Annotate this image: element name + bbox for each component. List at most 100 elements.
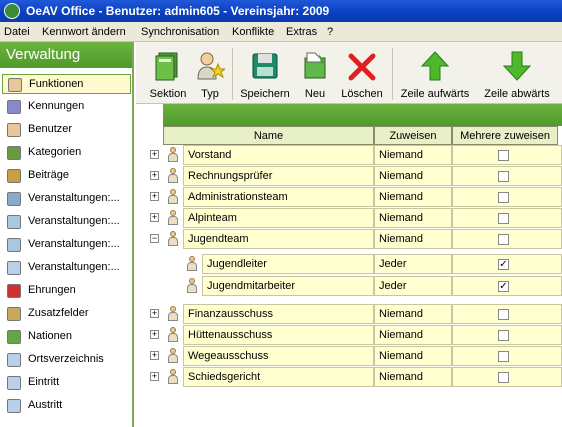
money-icon — [7, 169, 21, 183]
cell-name: Alpinteam — [183, 208, 374, 228]
document-icon — [7, 376, 21, 390]
speichern-button[interactable]: Speichern — [238, 46, 292, 102]
cell-zuweisen[interactable]: Niemand — [374, 208, 452, 228]
expand-icon[interactable]: + — [150, 330, 159, 339]
checkbox-unchecked[interactable] — [498, 150, 509, 161]
sidebar-item[interactable]: Nationen — [2, 327, 131, 347]
checkbox-unchecked[interactable] — [498, 213, 509, 224]
sidebar-item[interactable]: Eintritt — [2, 373, 131, 393]
sidebar-item-label: Beiträge — [28, 169, 69, 181]
cell-zuweisen[interactable]: Jeder — [374, 254, 452, 274]
grid-group-bar — [163, 104, 562, 126]
sektion-button[interactable]: Sektion — [146, 46, 190, 102]
sidebar-item-label: Kennungen — [28, 100, 85, 112]
checkbox-unchecked[interactable] — [498, 192, 509, 203]
neu-button[interactable]: Neu — [296, 46, 334, 102]
column-header-mehrere-zuweisen[interactable]: Mehrere zuweisen — [452, 126, 558, 145]
cell-zuweisen[interactable]: Niemand — [374, 145, 452, 165]
cell-zuweisen[interactable]: Jeder — [374, 276, 452, 296]
delete-x-icon — [348, 53, 376, 81]
cell-name: Hüttenausschuss — [183, 325, 374, 345]
checkbox-unchecked[interactable] — [498, 309, 509, 320]
menu-datei[interactable]: Datei — [4, 26, 30, 38]
menu-bar: Datei Kennwort ändern Synchronisation Ko… — [0, 22, 562, 42]
cell-zuweisen[interactable]: Niemand — [374, 304, 452, 324]
menu-extras[interactable]: Extras — [286, 26, 317, 38]
sidebar-item[interactable]: Zusatzfelder — [2, 304, 131, 324]
table-row[interactable]: Wegeausschuss Niemand — [183, 346, 562, 366]
table-row[interactable]: Administrationsteam Niemand — [183, 187, 562, 207]
table-row[interactable]: Rechnungsprüfer Niemand — [183, 166, 562, 186]
user-icon — [167, 168, 179, 184]
typ-button[interactable]: Typ — [192, 46, 228, 102]
menu-kennwort-aendern[interactable]: Kennwort ändern — [42, 26, 126, 38]
cell-zuweisen[interactable]: Niemand — [374, 346, 452, 366]
user-icon — [167, 210, 179, 226]
checkbox-unchecked[interactable] — [498, 171, 509, 182]
sidebar-item[interactable]: Beiträge — [2, 166, 131, 186]
sidebar-item[interactable]: Ehrungen — [2, 281, 131, 301]
table-row[interactable]: Jugendteam Niemand — [183, 229, 562, 249]
checkbox-checked[interactable]: ✓ — [498, 259, 509, 270]
cell-mehrere-zuweisen — [452, 229, 562, 249]
table-row[interactable]: Hüttenausschuss Niemand — [183, 325, 562, 345]
expand-icon[interactable]: + — [150, 150, 159, 159]
cell-name: Rechnungsprüfer — [183, 166, 374, 186]
sidebar-item-label: Ortsverzeichnis — [28, 353, 104, 365]
menu-help[interactable]: ? — [327, 26, 333, 38]
user-icon — [167, 147, 179, 163]
expand-icon[interactable]: + — [150, 351, 159, 360]
table-row[interactable]: Finanzausschuss Niemand — [183, 304, 562, 324]
sidebar-item[interactable]: Benutzer — [2, 120, 131, 140]
sidebar-item-label: Funktionen — [29, 78, 84, 90]
zeile-abwaerts-button[interactable]: Zeile abwärts — [480, 46, 554, 102]
cell-zuweisen[interactable]: Niemand — [374, 367, 452, 387]
sidebar-item[interactable]: Veranstaltungen:... — [2, 189, 131, 209]
cell-name: Jugendteam — [183, 229, 374, 249]
cell-zuweisen[interactable]: Niemand — [374, 187, 452, 207]
expand-icon[interactable]: + — [150, 213, 159, 222]
expand-icon[interactable]: + — [150, 171, 159, 180]
checkbox-unchecked[interactable] — [498, 351, 509, 362]
table-row[interactable]: Vorstand Niemand — [183, 145, 562, 165]
loeschen-button[interactable]: Löschen — [338, 46, 386, 102]
sidebar-item[interactable]: Kategorien — [2, 143, 131, 163]
sidebar-item[interactable]: Veranstaltungen:... — [2, 258, 131, 278]
speichern-label: Speichern — [240, 88, 290, 100]
table-row[interactable]: Jugendmitarbeiter Jeder ✓ — [202, 276, 562, 296]
checkbox-unchecked[interactable] — [498, 234, 509, 245]
cell-mehrere-zuweisen — [452, 145, 562, 165]
expand-icon[interactable]: + — [150, 372, 159, 381]
menu-konflikte[interactable]: Konflikte — [232, 26, 274, 38]
cell-zuweisen[interactable]: Niemand — [374, 229, 452, 249]
toolbar-separator — [392, 48, 393, 100]
cell-mehrere-zuweisen — [452, 166, 562, 186]
collapse-icon[interactable]: − — [150, 234, 159, 243]
user-icon — [167, 306, 179, 322]
table-row[interactable]: Jugendleiter Jeder ✓ — [202, 254, 562, 274]
table-row[interactable]: Alpinteam Niemand — [183, 208, 562, 228]
menu-synchronisation[interactable]: Synchronisation — [141, 26, 219, 38]
document-icon — [7, 399, 21, 413]
column-header-zuweisen[interactable]: Zuweisen — [374, 126, 452, 145]
sidebar-item[interactable]: Ortsverzeichnis — [2, 350, 131, 370]
sidebar-item-label: Veranstaltungen:... — [28, 215, 120, 227]
table-row[interactable]: Schiedsgericht Niemand — [183, 367, 562, 387]
sidebar-item[interactable]: Austritt — [2, 396, 131, 416]
arrow-down-icon — [502, 51, 532, 81]
zeile-aufwaerts-button[interactable]: Zeile aufwärts — [398, 46, 472, 102]
new-document-icon — [304, 52, 326, 79]
sidebar-item[interactable]: Kennungen — [2, 97, 131, 117]
expand-icon[interactable]: + — [150, 192, 159, 201]
sidebar-item[interactable]: Veranstaltungen:... — [2, 235, 131, 255]
checkbox-unchecked[interactable] — [498, 372, 509, 383]
checkbox-checked[interactable]: ✓ — [498, 281, 509, 292]
cell-zuweisen[interactable]: Niemand — [374, 166, 452, 186]
checkbox-unchecked[interactable] — [498, 330, 509, 341]
column-header-name[interactable]: Name — [163, 126, 374, 145]
cell-zuweisen[interactable]: Niemand — [374, 325, 452, 345]
expand-icon[interactable]: + — [150, 309, 159, 318]
user-icon — [8, 78, 22, 92]
sidebar-item[interactable]: Funktionen — [2, 74, 131, 94]
sidebar-item[interactable]: Veranstaltungen:... — [2, 212, 131, 232]
